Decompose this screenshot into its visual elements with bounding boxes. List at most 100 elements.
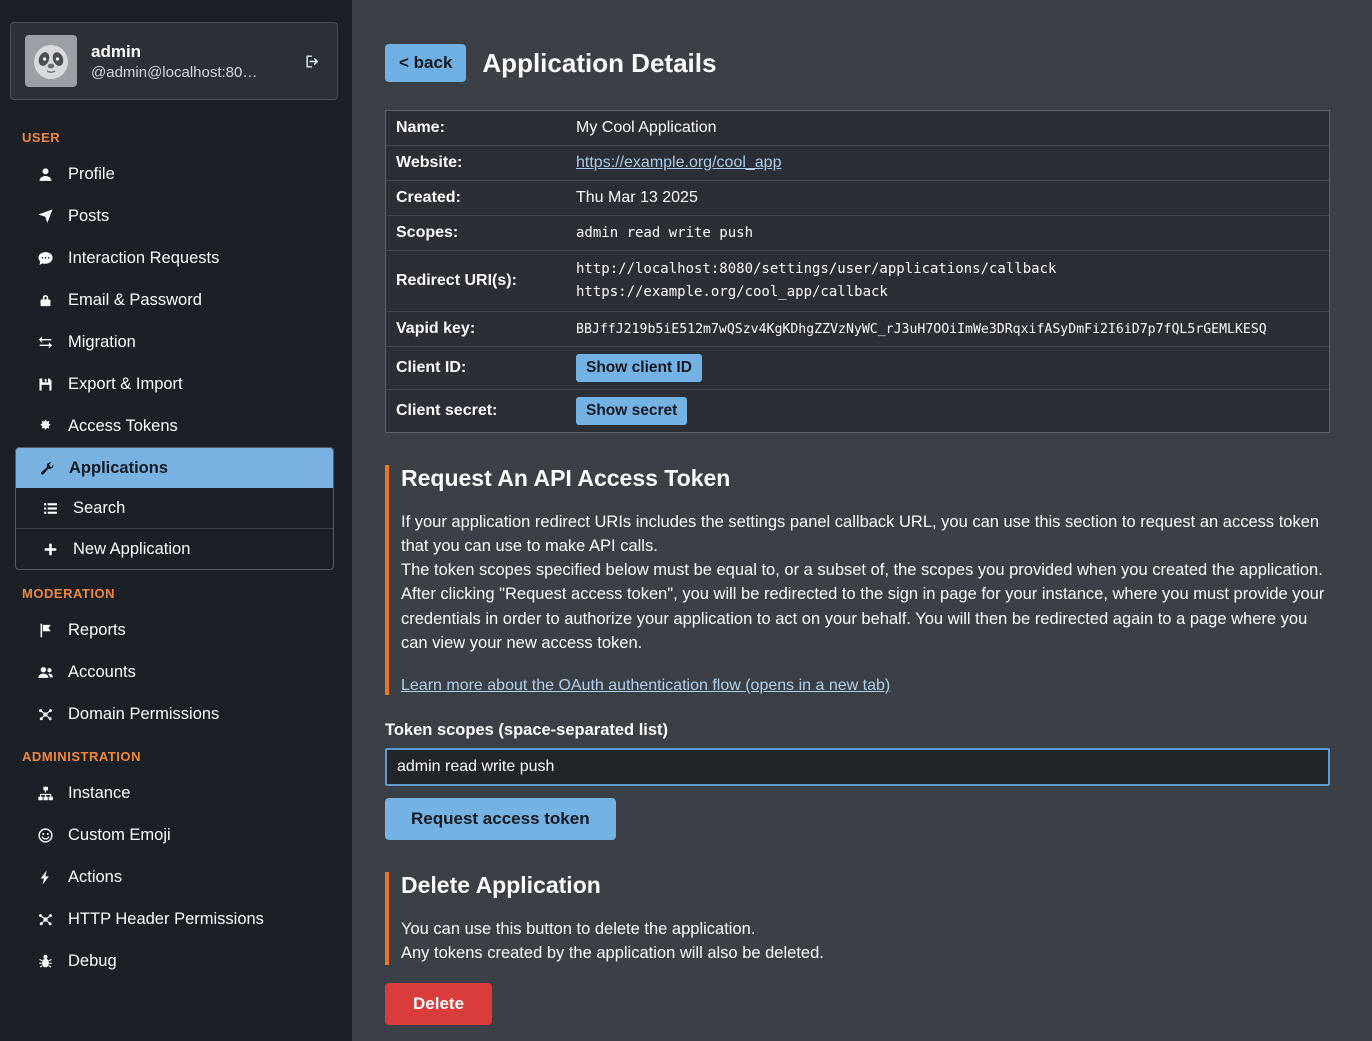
table-row-client-secret: Client secret: Show secret — [386, 390, 1329, 432]
row-value: Thu Mar 13 2025 — [568, 182, 706, 214]
smile-icon — [35, 825, 55, 845]
show-client-id-button[interactable]: Show client ID — [576, 354, 702, 382]
sidebar-item-interaction-requests[interactable]: Interaction Requests — [0, 237, 352, 279]
website-link[interactable]: https://example.org/cool_app — [576, 154, 781, 171]
transfer-arrows-icon — [35, 332, 55, 352]
sidebar-item-posts[interactable]: Posts — [0, 195, 352, 237]
sidebar: admin @admin@localhost:80… USER Profile … — [0, 0, 352, 1041]
sidebar-item-debug[interactable]: Debug — [0, 940, 352, 982]
table-row-client-id: Client ID: Show client ID — [386, 347, 1329, 390]
request-token-section: Request An API Access Token If your appl… — [385, 465, 1330, 694]
table-row-name: Name: My Cool Application — [386, 111, 1329, 146]
list-icon — [40, 498, 60, 518]
sidebar-item-label: New Application — [73, 540, 190, 559]
table-row-scopes: Scopes: admin read write push — [386, 216, 1329, 251]
sidebar-item-reports[interactable]: Reports — [0, 609, 352, 651]
floppy-disk-icon — [35, 374, 55, 394]
table-row-redirect-uris: Redirect URI(s): http://localhost:8080/s… — [386, 251, 1329, 312]
user-handle: @admin@localhost:80… — [91, 64, 289, 81]
applications-group: Applications Search New Application — [15, 447, 334, 570]
sidebar-item-label: Applications — [69, 459, 168, 478]
user-icon — [35, 164, 55, 184]
row-label: Vapid key: — [386, 312, 568, 346]
sidebar-item-custom-emoji[interactable]: Custom Emoji — [0, 814, 352, 856]
sidebar-item-label: Interaction Requests — [68, 249, 219, 268]
avatar — [25, 35, 77, 87]
redirect-uri-1: http://localhost:8080/settings/user/appl… — [576, 258, 1056, 281]
sitemap-icon — [35, 783, 55, 803]
request-token-paragraph-3: After clicking "Request access token", y… — [401, 582, 1330, 654]
sidebar-item-applications[interactable]: Applications — [16, 448, 333, 488]
users-icon — [35, 662, 55, 682]
sidebar-item-label: Profile — [68, 165, 115, 184]
sidebar-item-label: Search — [73, 499, 125, 518]
sidebar-item-migration[interactable]: Migration — [0, 321, 352, 363]
bolt-icon — [35, 867, 55, 887]
table-row-created: Created: Thu Mar 13 2025 — [386, 181, 1329, 216]
row-value: BBJffJ219b5iE512m7wQSzv4KgKDhgZZVzNyWC_r… — [568, 315, 1275, 344]
row-label: Redirect URI(s): — [386, 264, 568, 298]
network-icon — [35, 909, 55, 929]
sidebar-item-email-password[interactable]: Email & Password — [0, 279, 352, 321]
page-title: Application Details — [482, 48, 716, 79]
flag-icon — [35, 620, 55, 640]
section-label-user: USER — [0, 116, 352, 153]
sidebar-item-label: Custom Emoji — [68, 826, 171, 845]
row-label: Client secret: — [386, 394, 568, 428]
delete-button[interactable]: Delete — [385, 983, 492, 1025]
delete-application-heading: Delete Application — [401, 872, 1330, 899]
show-secret-button[interactable]: Show secret — [576, 397, 687, 425]
table-row-vapid-key: Vapid key: BBJffJ219b5iE512m7wQSzv4KgKDh… — [386, 312, 1329, 347]
sidebar-item-applications-search[interactable]: Search — [16, 488, 333, 528]
oauth-docs-link[interactable]: Learn more about the OAuth authenticatio… — [401, 677, 890, 695]
sidebar-item-accounts[interactable]: Accounts — [0, 651, 352, 693]
row-label: Client ID: — [386, 351, 568, 385]
token-scopes-label: Token scopes (space-separated list) — [385, 721, 1330, 740]
sidebar-item-export-import[interactable]: Export & Import — [0, 363, 352, 405]
comment-icon — [35, 248, 55, 268]
delete-paragraph-2: Any tokens created by the application wi… — [401, 941, 1330, 965]
sidebar-item-label: Email & Password — [68, 291, 202, 310]
row-value: admin read write push — [568, 218, 761, 248]
back-button[interactable]: < back — [385, 44, 466, 82]
sidebar-item-instance[interactable]: Instance — [0, 772, 352, 814]
delete-application-section: Delete Application You can use this butt… — [385, 872, 1330, 965]
section-label-administration: ADMINISTRATION — [0, 735, 352, 772]
username: admin — [91, 41, 289, 63]
token-scopes-input[interactable] — [385, 748, 1330, 786]
sidebar-item-new-application[interactable]: New Application — [16, 528, 333, 569]
row-value: http://localhost:8080/settings/user/appl… — [568, 251, 1064, 311]
user-card[interactable]: admin @admin@localhost:80… — [10, 22, 338, 100]
redirect-uri-2: https://example.org/cool_app/callback — [576, 281, 1056, 304]
bug-icon — [35, 951, 55, 971]
application-details-table: Name: My Cool Application Website: https… — [385, 110, 1330, 433]
sidebar-item-domain-permissions[interactable]: Domain Permissions — [0, 693, 352, 735]
sidebar-item-label: Access Tokens — [68, 417, 178, 436]
logout-icon[interactable] — [303, 51, 323, 71]
network-icon — [35, 704, 55, 724]
sidebar-item-profile[interactable]: Profile — [0, 153, 352, 195]
sidebar-item-access-tokens[interactable]: Access Tokens — [0, 405, 352, 447]
plus-icon — [40, 539, 60, 559]
row-value: My Cool Application — [568, 112, 725, 144]
wrench-icon — [36, 458, 56, 478]
sidebar-item-label: Domain Permissions — [68, 705, 219, 724]
sidebar-item-label: Accounts — [68, 663, 136, 682]
sidebar-item-label: Posts — [68, 207, 109, 226]
page-header: < back Application Details — [385, 44, 1330, 82]
sidebar-item-http-header-permissions[interactable]: HTTP Header Permissions — [0, 898, 352, 940]
paper-plane-icon — [35, 206, 55, 226]
row-label: Scopes: — [386, 216, 568, 250]
sidebar-item-actions[interactable]: Actions — [0, 856, 352, 898]
sidebar-item-label: Actions — [68, 868, 122, 887]
section-label-moderation: MODERATION — [0, 572, 352, 609]
request-token-heading: Request An API Access Token — [401, 465, 1330, 492]
row-label: Website: — [386, 146, 568, 180]
user-names: admin @admin@localhost:80… — [91, 41, 289, 80]
certificate-icon — [35, 416, 55, 436]
request-access-token-button[interactable]: Request access token — [385, 798, 616, 840]
request-token-paragraph-2: The token scopes specified below must be… — [401, 558, 1330, 582]
sidebar-item-label: Reports — [68, 621, 126, 640]
sidebar-item-label: Migration — [68, 333, 136, 352]
table-row-website: Website: https://example.org/cool_app — [386, 146, 1329, 181]
